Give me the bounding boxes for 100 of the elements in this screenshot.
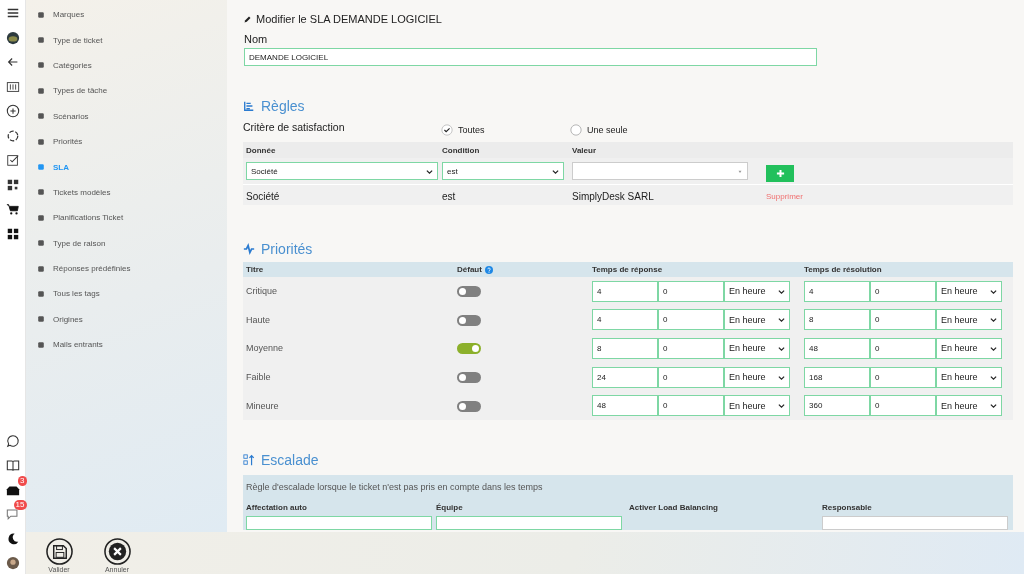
- toggle-switch[interactable]: [457, 400, 481, 412]
- cart-icon[interactable]: [5, 202, 20, 216]
- back-arrow-icon[interactable]: [5, 55, 20, 69]
- apps-grid-icon[interactable]: [5, 226, 20, 241]
- hours-input[interactable]: 8: [592, 338, 658, 359]
- unit-select[interactable]: En heure: [936, 309, 1002, 331]
- unit-select[interactable]: En heure: [936, 395, 1002, 417]
- sidebar-item[interactable]: Scénarios: [26, 103, 227, 129]
- minutes-input[interactable]: 0: [870, 309, 936, 331]
- field-label: Critère de satisfaction: [243, 121, 346, 133]
- escalation-note: Règle d'escalade lorsque le ticket n'est pas pris en compte dans les temps: [246, 481, 544, 494]
- minutes-input[interactable]: 0: [870, 280, 936, 302]
- hours-input[interactable]: 24: [592, 366, 658, 388]
- sidebar-item[interactable]: Type de raison: [26, 230, 227, 256]
- ring-icon[interactable]: [5, 128, 20, 143]
- priority-name: Faible: [246, 372, 272, 383]
- input-field[interactable]: [436, 515, 622, 530]
- toggle-switch[interactable]: [457, 286, 481, 298]
- unit-select[interactable]: En heure: [724, 366, 790, 388]
- sidebar-item[interactable]: Marques: [26, 2, 227, 28]
- minutes-input[interactable]: 0: [658, 395, 724, 417]
- caret-icon: [778, 287, 785, 295]
- sidebar-item[interactable]: Mails entrants: [26, 332, 227, 358]
- priority-name: Moyenne: [246, 343, 285, 354]
- sidebar-item[interactable]: Type de ticket: [26, 27, 227, 53]
- column-header: Temps de résolution: [804, 265, 883, 274]
- toggle-switch[interactable]: [457, 343, 481, 355]
- avatar-icon[interactable]: [5, 556, 20, 570]
- cancel-icon: [103, 538, 131, 565]
- hours-input[interactable]: 48: [592, 395, 658, 417]
- toggle-switch[interactable]: [457, 372, 481, 383]
- column-header: Équipe: [436, 502, 464, 512]
- caret-icon: [778, 373, 785, 381]
- sidebar-item[interactable]: Priorités: [26, 128, 227, 155]
- minutes-input[interactable]: 0: [658, 309, 724, 331]
- unit-select[interactable]: En heure: [724, 309, 790, 331]
- caret-icon: [552, 167, 559, 175]
- radio-option[interactable]: Une seule: [570, 124, 699, 136]
- sidebar-item[interactable]: Planifications Ticket: [26, 205, 227, 231]
- unit-select[interactable]: En heure: [724, 395, 790, 417]
- pulse-icon: [243, 243, 255, 255]
- unit-select[interactable]: En heure: [724, 338, 790, 359]
- add-circle-icon[interactable]: [5, 104, 20, 118]
- minutes-input[interactable]: 0: [658, 338, 724, 359]
- hours-input[interactable]: 4: [804, 280, 870, 302]
- select-field[interactable]: Société: [246, 162, 438, 180]
- caret-icon: [990, 402, 997, 410]
- notification-badge: 3: [18, 475, 27, 486]
- select-field[interactable]: [572, 162, 748, 180]
- sidebar-item[interactable]: Catégories: [26, 52, 227, 79]
- caret-icon: [426, 167, 433, 175]
- message-icon[interactable]: [5, 507, 20, 521]
- unit-select[interactable]: En heure: [936, 338, 1002, 359]
- chat-bubble-icon[interactable]: [5, 433, 20, 448]
- input-field[interactable]: [246, 515, 432, 530]
- column-header: Donnée: [246, 145, 277, 155]
- sidebar-item[interactable]: Tickets modèles: [26, 179, 227, 206]
- radio-option[interactable]: Toutes: [441, 124, 570, 136]
- table-cell-text: est: [442, 190, 457, 202]
- caret-icon: [990, 287, 997, 295]
- checkbox-icon[interactable]: [5, 153, 20, 167]
- input-field[interactable]: [822, 515, 1008, 530]
- caret-icon: [778, 402, 785, 410]
- sidebar-item[interactable]: Tous les tags: [26, 281, 227, 307]
- sidebar-item[interactable]: Origines: [26, 306, 227, 333]
- edit-icon: [243, 14, 252, 24]
- section-title: Règles: [261, 98, 305, 114]
- help-icon[interactable]: [484, 265, 493, 274]
- moon-icon[interactable]: [5, 531, 20, 546]
- column-header: Condition: [442, 145, 481, 155]
- hours-input[interactable]: 4: [592, 309, 658, 331]
- minutes-input[interactable]: 0: [870, 338, 936, 359]
- hours-input[interactable]: 4: [592, 280, 658, 302]
- globe-icon[interactable]: [5, 30, 20, 45]
- minutes-input[interactable]: 0: [658, 280, 724, 302]
- minutes-input[interactable]: 0: [658, 366, 724, 388]
- column-header: Affectation auto: [246, 502, 308, 512]
- menu-icon[interactable]: [5, 6, 20, 20]
- caret-icon: [990, 316, 997, 324]
- page-title: Modifier le SLA DEMANDE LOGICIEL: [256, 13, 442, 25]
- toggle-switch[interactable]: [457, 314, 481, 326]
- unit-select[interactable]: En heure: [936, 366, 1002, 388]
- sidebar-item[interactable]: Réponses prédéfinies: [26, 255, 227, 282]
- book-icon[interactable]: [5, 458, 20, 472]
- hours-input[interactable]: 48: [804, 338, 870, 359]
- hours-input[interactable]: 8: [804, 309, 870, 331]
- select-field[interactable]: est: [442, 162, 564, 180]
- unit-select[interactable]: En heure: [936, 280, 1002, 302]
- priority-name: Haute: [246, 314, 272, 325]
- sidebar-item[interactable]: Types de tâche: [26, 78, 227, 104]
- name-input[interactable]: DEMANDE LOGICIEL: [244, 48, 817, 66]
- minutes-input[interactable]: 0: [870, 395, 936, 417]
- notification-badge: 15: [13, 500, 27, 510]
- minutes-input[interactable]: 0: [870, 366, 936, 388]
- hours-input[interactable]: 168: [804, 366, 870, 388]
- unit-select[interactable]: En heure: [724, 280, 790, 302]
- qr-code-icon[interactable]: [5, 177, 20, 192]
- column-header: Valeur: [572, 145, 597, 155]
- column-header: Activer Load Balancing: [629, 502, 719, 512]
- hours-input[interactable]: 360: [804, 395, 870, 417]
